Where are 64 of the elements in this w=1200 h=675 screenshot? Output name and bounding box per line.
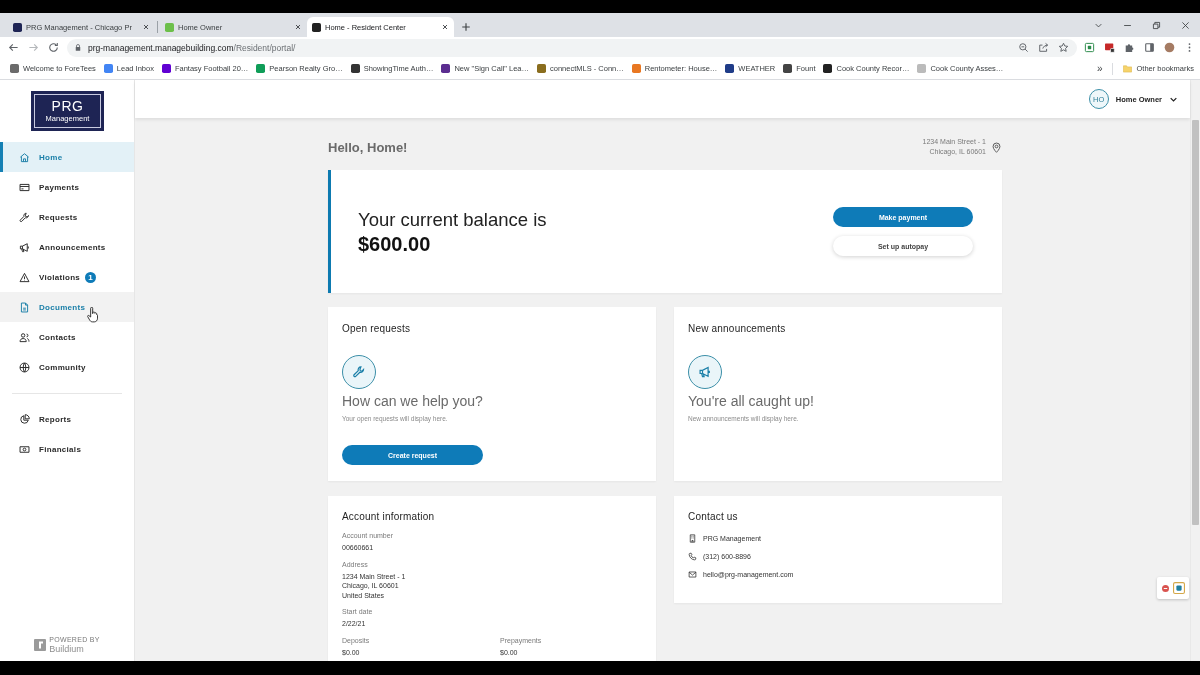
vendor-name: Buildium (49, 644, 85, 654)
extension-widget[interactable] (1157, 577, 1189, 599)
extension-icon[interactable] (1103, 42, 1115, 53)
empty-state-heading: You're all caught up! (688, 393, 815, 410)
sidebar-item[interactable]: Reports (0, 404, 134, 434)
map-pin-icon (991, 140, 1002, 154)
address-bar[interactable]: prg-management.managebuilding.com/Resident/portal/ (67, 38, 1077, 57)
warning-icon (19, 271, 30, 283)
close-icon[interactable] (441, 23, 449, 31)
empty-state-heading: How can we help you? (342, 393, 484, 410)
reload-icon[interactable] (47, 42, 59, 53)
puzzle-icon[interactable] (1123, 42, 1135, 53)
more-bookmarks-button[interactable]: » (1092, 63, 1107, 74)
greeting-heading: Hello, Home! (328, 139, 408, 155)
wrench-icon (19, 211, 30, 223)
scrollbar[interactable] (1190, 80, 1200, 661)
card-title: Open requests (342, 323, 412, 335)
people-icon (19, 331, 30, 343)
restore-icon[interactable] (1152, 20, 1161, 30)
building-icon (688, 533, 697, 543)
megaphone-icon (19, 241, 30, 253)
close-icon[interactable] (294, 23, 302, 31)
star-icon[interactable] (1058, 42, 1069, 53)
card-title: New announcements (688, 323, 787, 335)
card-title: Account information (342, 511, 436, 523)
close-icon[interactable] (142, 23, 150, 31)
sidebar-item[interactable]: Payments (0, 172, 134, 202)
side-panel-icon[interactable] (1143, 42, 1155, 53)
avatar-icon[interactable] (1163, 42, 1175, 53)
megaphone-icon (688, 355, 722, 389)
sidebar-item[interactable]: Contacts (0, 322, 134, 352)
card-title: Contact us (688, 511, 739, 523)
share-icon[interactable] (1038, 42, 1049, 53)
zoom-icon[interactable] (1018, 42, 1029, 53)
banknote-icon (19, 443, 30, 455)
globe-icon (19, 361, 30, 373)
extension-logo-icon[interactable] (1172, 582, 1185, 594)
logo-title: PRG (51, 99, 84, 114)
card-icon (19, 181, 30, 193)
pie-chart-icon (19, 413, 30, 425)
wrench-icon (342, 355, 376, 389)
lock-icon[interactable] (74, 43, 82, 52)
sidebar-item[interactable]: Community (0, 352, 134, 382)
sidebar-item[interactable]: Documents (0, 292, 134, 322)
hand-cursor-icon (87, 307, 98, 323)
sidebar-item[interactable]: Requests (0, 202, 134, 232)
home-icon (19, 151, 30, 163)
scrollbar-thumb[interactable] (1192, 120, 1199, 525)
buildium-logo-icon (34, 639, 47, 651)
document-icon (19, 301, 30, 313)
sidebar-item[interactable]: Home (0, 142, 134, 172)
count-badge: 1 (85, 271, 97, 283)
sidebar-item[interactable]: Financials (0, 434, 134, 464)
mail-icon (688, 569, 697, 579)
plus-icon[interactable] (461, 22, 471, 32)
balance-amount: $600.00 (358, 231, 432, 256)
close-icon[interactable] (1181, 20, 1190, 30)
sidebar-item[interactable]: Announcements (0, 232, 134, 262)
phone-icon (688, 551, 697, 561)
minus-circle-icon[interactable] (1161, 584, 1169, 592)
back-arrow-icon[interactable] (7, 42, 19, 53)
balance-label: Your current balance is (358, 207, 547, 232)
sidebar-item[interactable]: Violations 1 (0, 262, 134, 292)
folder-icon (1123, 64, 1133, 73)
